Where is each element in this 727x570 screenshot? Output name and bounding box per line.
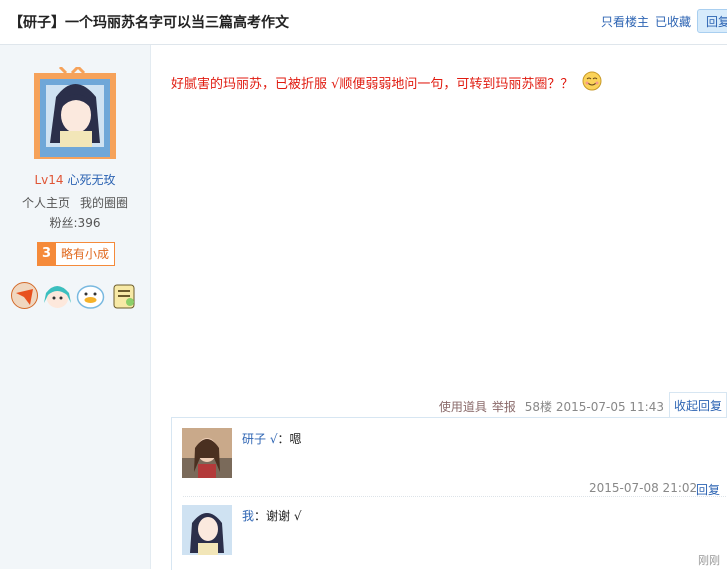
- reply-list: 研子 √：嗯 2015-07-08 21:02 回复 我：谢谢 √ 刚刚: [171, 417, 727, 570]
- author-level: Lv14: [34, 173, 64, 187]
- miku-medal-icon[interactable]: [43, 281, 72, 310]
- avatar-image: [34, 64, 116, 159]
- author-sidebar: Lv14 心死无玫 个人主页 我的圈圈 粉丝:396 3 略有小成: [0, 45, 151, 569]
- reply-time: 刚刚: [698, 554, 720, 567]
- reply-button[interactable]: 回复: [697, 9, 727, 33]
- post-content: 好腻害的玛丽苏，已被折服 √顺便弱弱地问一句，可转到玛丽苏圈？？: [171, 71, 602, 95]
- author-name[interactable]: 心死无玫: [68, 173, 116, 187]
- author-line: Lv14 心死无玫: [0, 171, 150, 188]
- reply-author[interactable]: 研子 √: [242, 432, 277, 446]
- reply-separator: ：: [254, 509, 267, 523]
- reply-text: 嗯: [289, 432, 302, 446]
- use-tool-link[interactable]: 使用道具: [439, 400, 487, 414]
- thread-title: 【研子】一个玛丽苏名字可以当三篇高考作文: [9, 15, 289, 31]
- home-page-link[interactable]: 个人主页: [22, 196, 70, 210]
- author-links: 个人主页 我的圈圈: [0, 194, 150, 211]
- reply-item: 我：谢谢 √: [242, 507, 302, 524]
- fans-count: 粉丝:396: [49, 216, 101, 230]
- report-link[interactable]: 举报: [492, 400, 516, 414]
- thread-header: 【研子】一个玛丽苏名字可以当三篇高考作文 只看楼主 已收藏 回复: [0, 0, 727, 45]
- post-meta: 使用道具 举报 58楼 2015-07-05 11:43: [439, 398, 664, 415]
- only-op-link[interactable]: 只看楼主: [601, 13, 649, 30]
- reply-author[interactable]: 我: [242, 509, 254, 523]
- my-circle-link[interactable]: 我的圈圈: [80, 196, 128, 210]
- author-avatar[interactable]: [26, 64, 124, 163]
- duck-medal-icon[interactable]: [76, 281, 105, 310]
- reply-time: 2015-07-08 21:02: [589, 481, 698, 495]
- reply-separator: ：: [277, 432, 290, 446]
- reply-text: 谢谢 √: [266, 509, 302, 523]
- floor-number: 58楼: [524, 400, 553, 414]
- smile-emoji-icon: [582, 71, 602, 91]
- favorited-link[interactable]: 已收藏: [655, 13, 691, 30]
- reply-item: 研子 √：嗯: [242, 430, 302, 447]
- notebook-medal-icon[interactable]: [109, 281, 138, 310]
- collapse-replies-button[interactable]: 收起回复: [669, 392, 727, 418]
- scarf-medal-icon[interactable]: [10, 281, 39, 310]
- post-time: 2015-07-05 11:43: [555, 400, 664, 414]
- reply-avatar[interactable]: [182, 505, 232, 555]
- reply-avatar[interactable]: [182, 428, 232, 478]
- medal-icons: [10, 281, 138, 310]
- rank-badge[interactable]: 3 略有小成: [37, 242, 116, 266]
- reply-divider: [183, 496, 727, 497]
- badge-number: 3: [37, 242, 56, 266]
- badge-label: 略有小成: [56, 242, 116, 266]
- post-text: 好腻害的玛丽苏，已被折服 √顺便弱弱地问一句，可转到玛丽苏圈？？: [171, 77, 574, 92]
